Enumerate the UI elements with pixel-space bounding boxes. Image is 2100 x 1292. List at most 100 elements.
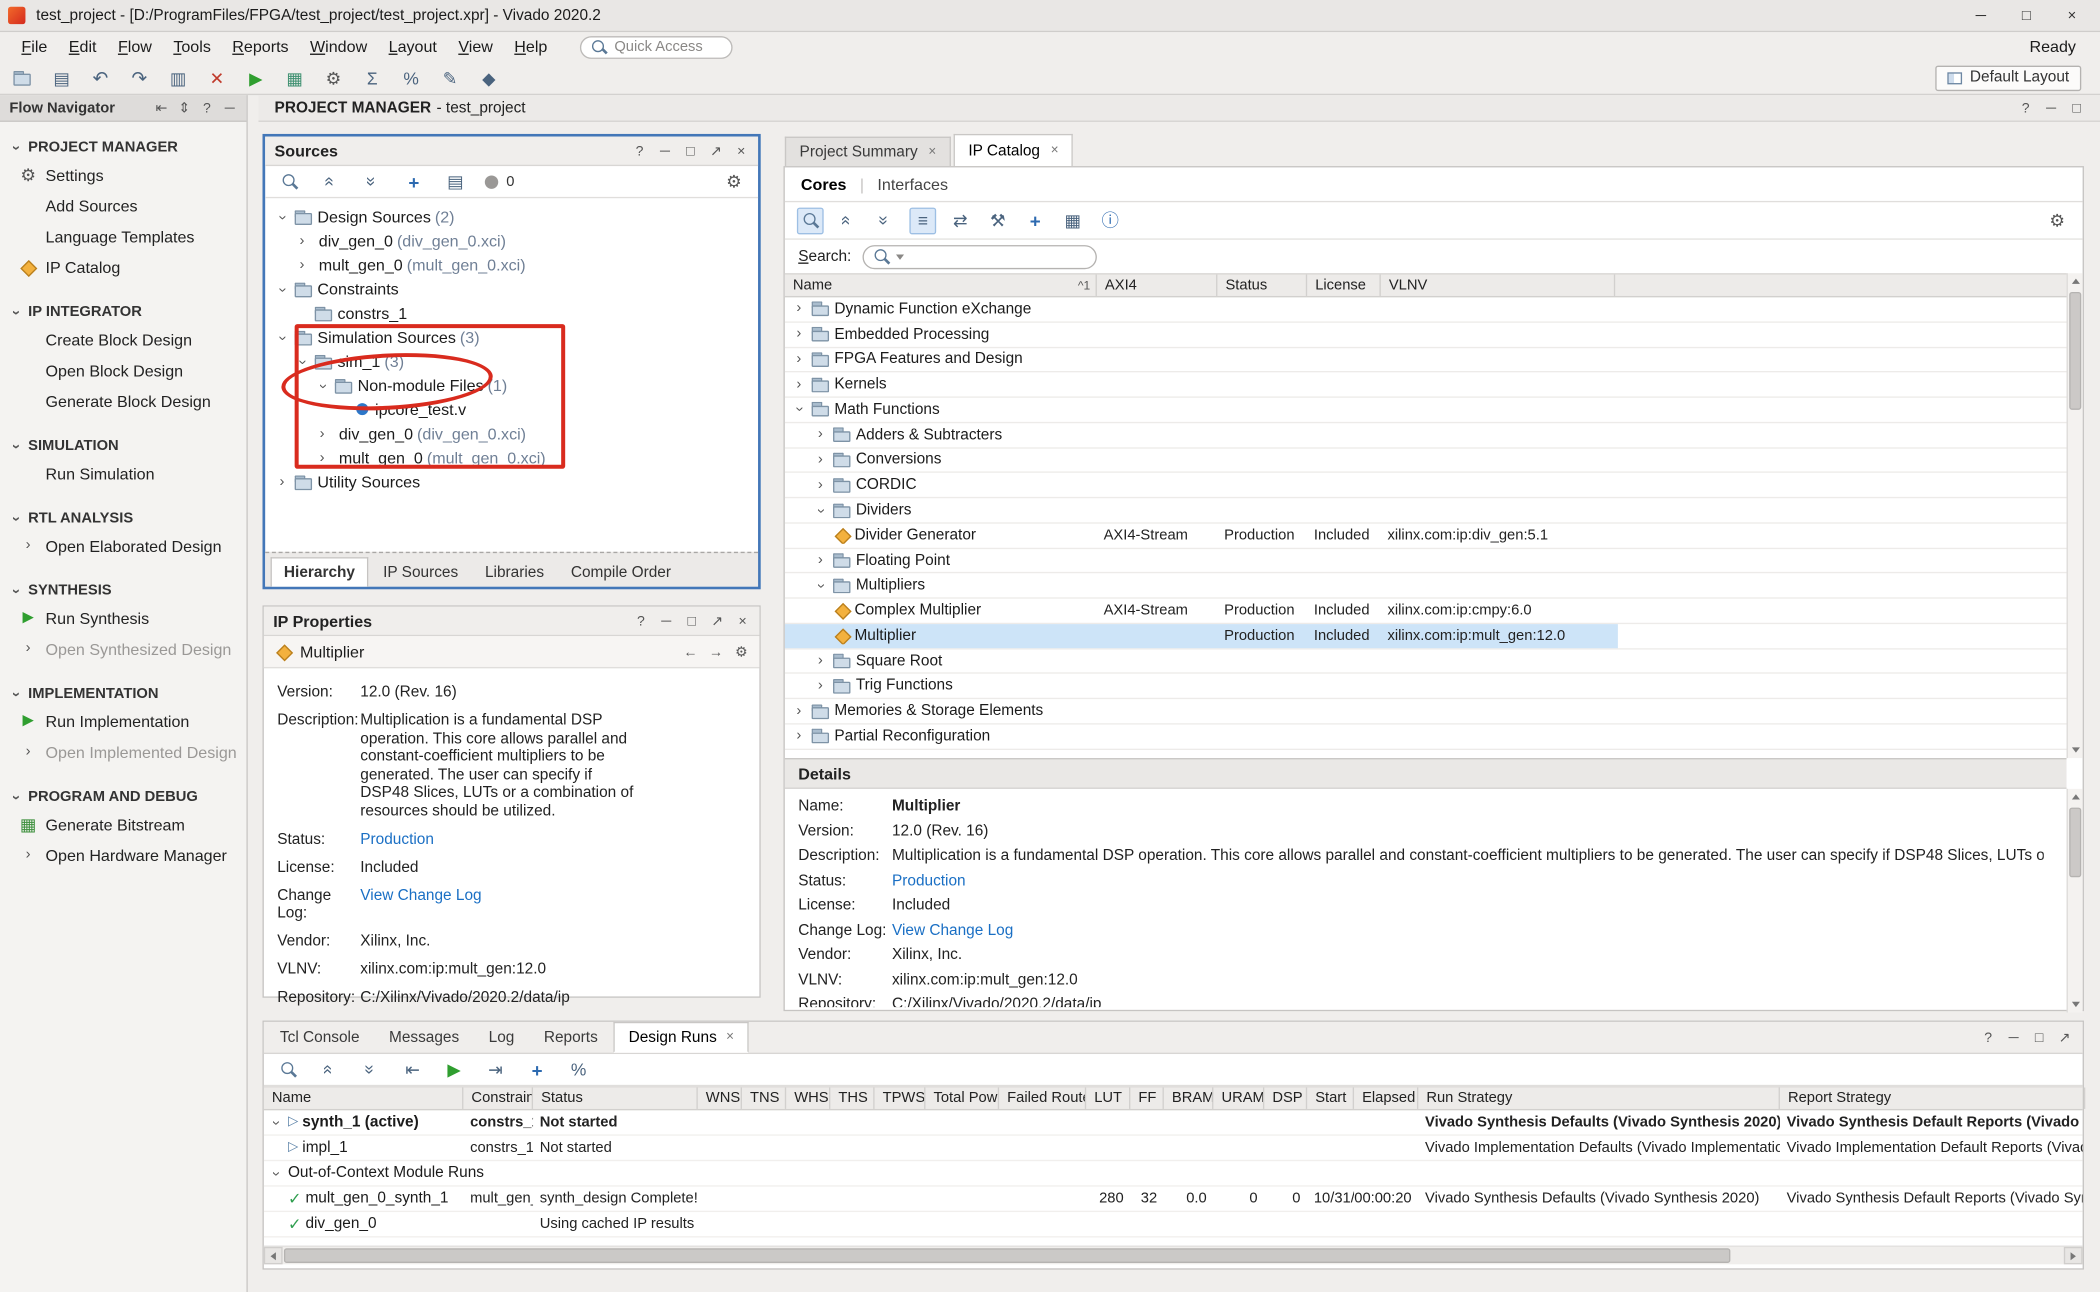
add-sources-button[interactable]: + — [402, 169, 426, 193]
tab-reports[interactable]: Reports — [530, 1023, 611, 1052]
expander-icon[interactable]: › — [293, 258, 310, 273]
catalog-row-square-root[interactable]: ›Square Root — [785, 649, 2067, 674]
scroll-up-icon[interactable] — [2068, 789, 2084, 805]
flow-section-header-ip-integrator[interactable]: ›IP INTEGRATOR — [0, 300, 246, 324]
menu-layout[interactable]: Layout — [378, 33, 448, 60]
help-button[interactable]: ? — [200, 100, 215, 116]
column-header-lut[interactable]: LUT — [1086, 1088, 1130, 1109]
maximize-button[interactable]: □ — [2006, 2, 2046, 29]
expander-icon[interactable]: › — [813, 502, 828, 518]
expander-icon[interactable]: › — [313, 451, 330, 466]
flow-section-header-project-manager[interactable]: ›PROJECT MANAGER — [0, 135, 246, 159]
column-header-wns[interactable]: WNS — [698, 1088, 742, 1109]
column-header-name[interactable]: Name^1 — [785, 275, 1097, 296]
flow-item-generate-block-design[interactable]: Generate Block Design — [0, 386, 246, 417]
column-header-report-strategy[interactable]: Report Strategy — [1780, 1088, 2085, 1109]
column-header-license[interactable]: License — [1307, 275, 1381, 296]
expander-icon[interactable]: › — [293, 234, 310, 249]
flow-section-header-simulation[interactable]: ›SIMULATION — [0, 434, 246, 458]
expander-icon[interactable]: › — [812, 654, 829, 669]
open-project-button[interactable] — [11, 66, 35, 90]
close-button[interactable]: × — [734, 143, 749, 159]
expander-icon[interactable]: › — [812, 553, 829, 568]
expander-icon[interactable]: › — [790, 327, 807, 342]
source-item-constrs-1[interactable]: ›constrs_1 — [265, 301, 758, 325]
sources-tab-hierarchy[interactable]: Hierarchy — [271, 557, 369, 586]
expand-button[interactable]: » — [360, 169, 384, 193]
filter-badge[interactable]: 0 — [485, 169, 515, 193]
expander-icon[interactable]: › — [275, 281, 290, 298]
catalog-scrollbar[interactable] — [2067, 273, 2083, 758]
menu-window[interactable]: Window — [299, 33, 378, 60]
flow-item-create-block-design[interactable]: Create Block Design — [0, 324, 246, 355]
subtab-cores[interactable]: Cores — [801, 175, 847, 194]
source-item-design-sources[interactable]: ›Design Sources (2) — [265, 205, 758, 229]
flow-section-header-rtl-analysis[interactable]: ›RTL ANALYSIS — [0, 506, 246, 530]
expander-icon[interactable]: › — [812, 679, 829, 694]
column-header-status[interactable]: Status — [1217, 275, 1307, 296]
catalog-row-math-functions[interactable]: ›Math Functions — [785, 398, 2067, 423]
column-header-constraints[interactable]: Constraints — [463, 1088, 533, 1109]
redo-button[interactable]: ↷ — [127, 66, 151, 90]
expander-icon[interactable]: › — [790, 352, 807, 367]
source-item-simulation-sources[interactable]: ›Simulation Sources (3) — [265, 325, 758, 349]
menu-view[interactable]: View — [448, 33, 504, 60]
catalog-row-floating-point[interactable]: ›Floating Point — [785, 549, 2067, 574]
view-change-log-link[interactable]: View Change Log — [360, 887, 481, 923]
copy-button[interactable]: ▥ — [166, 66, 190, 90]
expander-icon[interactable]: › — [790, 377, 807, 392]
subtab-interfaces[interactable]: Interfaces — [877, 175, 948, 194]
delete-button[interactable]: ✕ — [205, 66, 229, 90]
minimize-button[interactable]: ─ — [1961, 2, 2001, 29]
percent-button[interactable]: % — [567, 1057, 591, 1081]
close-tab-icon[interactable]: × — [1051, 143, 1059, 158]
catalog-row-multiplier[interactable]: MultiplierProductionIncludedxilinx.com:i… — [785, 624, 2067, 649]
close-button[interactable]: × — [735, 613, 750, 629]
expander-icon[interactable]: › — [790, 302, 807, 317]
tab-log[interactable]: Log — [475, 1023, 527, 1052]
catalog-row-trig-functions[interactable]: ›Trig Functions — [785, 674, 2067, 699]
dock-button[interactable]: ⇤ — [154, 100, 169, 116]
dashboard-button[interactable]: ▦ — [283, 66, 307, 90]
forward-button[interactable]: → — [708, 644, 723, 660]
layout-select[interactable]: Default Layout — [1935, 65, 2081, 90]
quick-access-search[interactable]: Quick Access — [580, 35, 733, 58]
menu-reports[interactable]: Reports — [222, 33, 300, 60]
catalog-row-complex-multiplier[interactable]: Complex MultiplierAXI4-StreamProductionI… — [785, 599, 2067, 624]
catalog-row-adders-subtracters[interactable]: ›Adders & Subtracters — [785, 423, 2067, 448]
source-item-non-module-files[interactable]: ›Non-module Files (1) — [265, 374, 758, 398]
maximize-button[interactable]: □ — [684, 613, 699, 629]
menu-edit[interactable]: Edit — [58, 33, 107, 60]
transfer-button[interactable]: ⇄ — [947, 207, 974, 234]
flow-item-run-implementation[interactable]: ▶Run Implementation — [0, 706, 246, 737]
catalog-search-input[interactable] — [862, 244, 1096, 268]
expander-icon[interactable]: › — [315, 377, 330, 394]
flow-item-settings[interactable]: ⚙Settings — [0, 159, 246, 190]
expand-button[interactable]: » — [359, 1057, 383, 1081]
help-button[interactable]: ? — [633, 613, 648, 629]
expander-icon[interactable]: › — [313, 427, 330, 442]
add-button[interactable]: + — [1022, 207, 1049, 234]
flow-item-open-synthesized-design[interactable]: ›Open Synthesized Design — [0, 633, 246, 664]
expander-icon[interactable]: › — [812, 478, 829, 493]
column-header-vlnv[interactable]: VLNV — [1381, 275, 1615, 296]
column-header-tpws[interactable]: TPWS — [875, 1088, 926, 1109]
gear-button[interactable]: ⚙ — [722, 169, 746, 193]
tab-ip-catalog[interactable]: IP Catalog× — [954, 134, 1074, 166]
catalog-row-embedded-processing[interactable]: ›Embedded Processing — [785, 322, 2067, 347]
close-tab-icon[interactable]: × — [928, 145, 936, 160]
run-row-impl-1[interactable]: ▷impl_1constrs_1Not startedVivado Implem… — [264, 1136, 2083, 1161]
column-header-name[interactable]: Name — [264, 1088, 464, 1109]
catalog-row-memories-storage-elements[interactable]: ›Memories & Storage Elements — [785, 699, 2067, 724]
flow-section-header-program-and-debug[interactable]: ›PROGRAM AND DEBUG — [0, 785, 246, 809]
flow-item-open-hardware-manager[interactable]: ›Open Hardware Manager — [0, 840, 246, 871]
search-button[interactable] — [277, 169, 301, 193]
close-tab-icon[interactable]: × — [726, 1030, 734, 1045]
source-item-div-gen-0[interactable]: ›div_gen_0 (div_gen_0.xci) — [265, 422, 758, 446]
scroll-up-icon[interactable] — [2068, 273, 2084, 289]
column-header-status[interactable]: Status — [533, 1088, 698, 1109]
scrollbar-thumb[interactable] — [284, 1248, 1730, 1263]
undo-button[interactable]: ↶ — [88, 66, 112, 90]
scrollbar-thumb[interactable] — [2069, 292, 2081, 410]
float-button[interactable]: ↗ — [710, 613, 725, 629]
